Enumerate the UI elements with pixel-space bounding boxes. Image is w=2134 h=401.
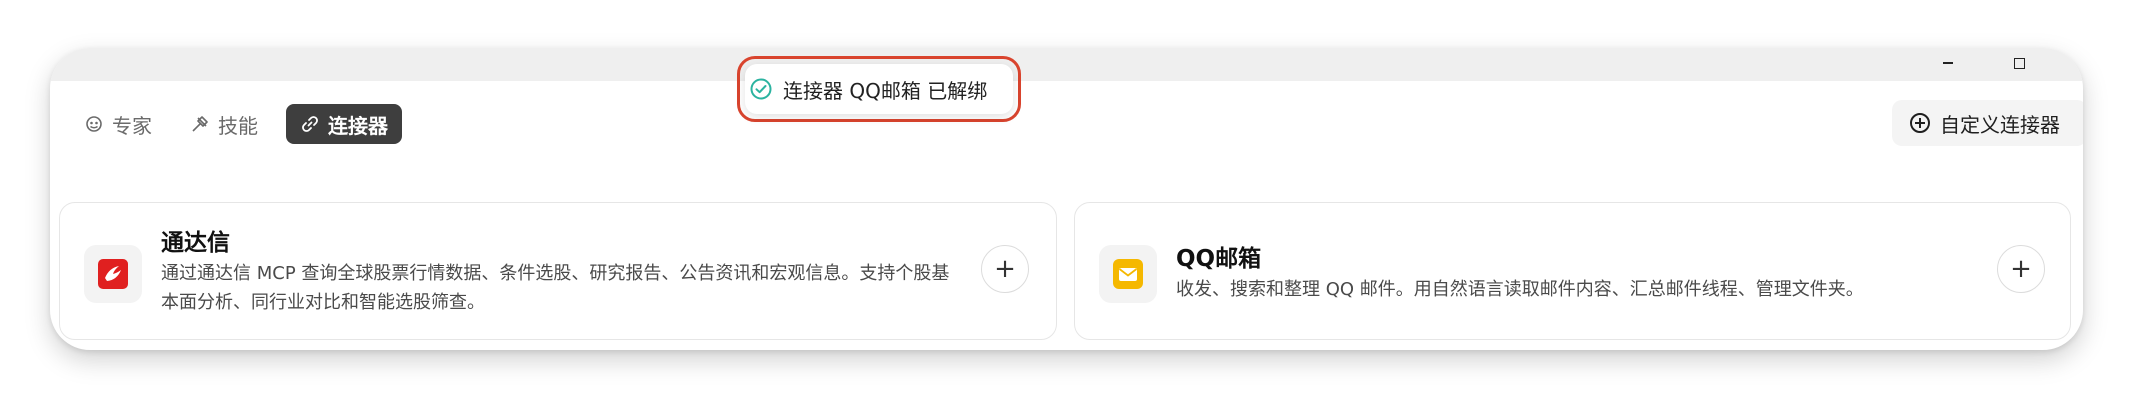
connector-title: 通达信 (161, 230, 230, 256)
tab-connectors-label: 连接器 (328, 113, 388, 138)
connector-title: QQ邮箱 (1176, 246, 1262, 272)
connector-card-qqmail[interactable]: QQ邮箱 收发、搜索和整理 QQ 邮件。用自然语言读取邮件内容、汇总邮件线程、管… (1074, 202, 2071, 340)
plus-circle-icon (1910, 113, 1930, 133)
minimize-button[interactable] (1937, 52, 1959, 74)
maximize-button[interactable] (2008, 52, 2030, 74)
toast-notification: 连接器 QQ邮箱 已解绑 (745, 64, 1013, 114)
connector-description: 通过通达信 MCP 查询全球股票行情数据、条件选股、研究报告、公告资讯和宏观信息… (161, 263, 950, 313)
tongdaxin-logo (84, 245, 142, 303)
tab-experts-label: 专家 (112, 113, 152, 138)
app-window: 专家 技能 连接器 自定义连接器 通达信 通过通达信 MCP 查询全球股票行情数… (50, 48, 2083, 350)
tab-bar: 专家 技能 连接器 (74, 104, 420, 144)
title-bar (50, 48, 2083, 81)
add-connector-button[interactable]: + (1997, 245, 2045, 293)
stage: 专家 技能 连接器 自定义连接器 通达信 通过通达信 MCP 查询全球股票行情数… (0, 0, 2134, 401)
connector-card-tongdaxin[interactable]: 通达信 通过通达信 MCP 查询全球股票行情数据、条件选股、研究报告、公告资讯和… (59, 202, 1057, 340)
tab-skills-label: 技能 (218, 113, 258, 138)
add-connector-button[interactable]: + (981, 245, 1029, 293)
connector-description: 收发、搜索和整理 QQ 邮件。用自然语言读取邮件内容、汇总邮件线程、管理文件夹。 (1176, 279, 1864, 300)
qq-mail-logo (1099, 245, 1157, 303)
tab-skills[interactable]: 技能 (180, 104, 268, 144)
tab-connectors[interactable]: 连接器 (286, 104, 402, 144)
expert-icon (86, 116, 102, 132)
custom-connector-button[interactable]: 自定义连接器 (1892, 100, 2083, 146)
tab-experts[interactable]: 专家 (74, 104, 162, 144)
custom-connector-label: 自定义连接器 (1940, 112, 2060, 137)
toast-message: 连接器 QQ邮箱 已解绑 (783, 78, 988, 103)
check-circle-icon (750, 78, 772, 100)
link-icon (302, 116, 318, 132)
skill-icon (192, 116, 208, 132)
